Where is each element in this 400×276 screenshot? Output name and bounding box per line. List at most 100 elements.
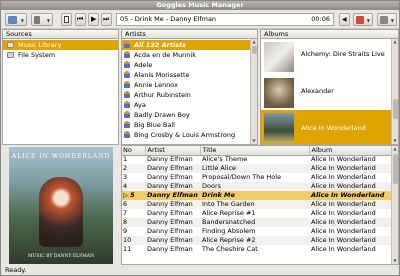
- track-album: Alice In Wonderland: [309, 164, 393, 173]
- track-number: 10: [122, 236, 145, 245]
- track-row[interactable]: 11 Danny Elfman The Cheshire Cat Alice In W…: [122, 245, 393, 254]
- previous-icon: ⏮: [77, 15, 84, 23]
- track-title: The Cheshire Cat: [202, 245, 258, 253]
- track-row[interactable]: 8 Danny Elfman Bandersnatched Alice In Wond…: [122, 218, 393, 227]
- sources-header[interactable]: Sources: [3, 30, 118, 39]
- track-row[interactable]: 3 Danny Elfman Proposal/Down The Hole Alice…: [122, 173, 393, 182]
- track-artist: Danny Elfman: [147, 245, 193, 253]
- artist-item[interactable]: Bing Crosby & Louis Armstrong: [122, 130, 250, 140]
- track-album: Alice In Wonderland: [309, 200, 393, 209]
- now-playing-title: 05 - Drink Me - Danny Elfman: [120, 15, 217, 23]
- scroll-down-icon[interactable]: ▼: [392, 258, 398, 264]
- repeat-button[interactable]: ▼: [353, 13, 373, 26]
- track-title: Finding Absolem: [202, 227, 256, 235]
- hatter-figure: [39, 177, 83, 247]
- artists-scrollbar[interactable]: ▲ ▼: [250, 39, 257, 144]
- track-row[interactable]: 1 Danny Elfman Alice's Theme Alice In Wonde…: [122, 155, 393, 164]
- scroll-down-icon[interactable]: ▼: [392, 138, 398, 144]
- column-header-title[interactable]: Title: [200, 146, 310, 156]
- track-album: Alice In Wonderland: [309, 236, 393, 245]
- album-item[interactable]: Alexander: [261, 75, 391, 110]
- sort-icon: [34, 16, 40, 24]
- track-album: Alice In Wonderland: [311, 245, 376, 253]
- artist-icon: [124, 51, 130, 58]
- album-item[interactable]: Alchemy: Dire Straits Live: [261, 39, 391, 75]
- album-cover-thumbnail: [264, 42, 294, 72]
- track-artist: Danny Elfman: [145, 200, 200, 209]
- track-row-playing[interactable]: ▷ 5 Danny Elfman Drink Me Alice In Wonderla…: [122, 191, 393, 200]
- scrollbar-thumb[interactable]: [393, 154, 398, 184]
- track-row[interactable]: 6 Danny Elfman Into The Garden Alice In Won…: [122, 200, 393, 209]
- artist-item[interactable]: Annie Lennox: [122, 80, 250, 90]
- toolbar: ▼ ▼ ⏮ ▶ ⏭ 05 - Drink Me - Danny Elfman 0…: [1, 10, 399, 29]
- track-album: Alice In Wonderland: [309, 182, 393, 191]
- track-album: Alice In Wonderland: [309, 218, 393, 227]
- cover-title: ALICE IN WONDERLAND: [11, 153, 111, 160]
- track-album: Alice In Wonderland: [309, 191, 393, 200]
- track-title: Proposal/Down The Hole: [202, 173, 282, 181]
- albums-pane: Albums Alchemy: Dire Straits Live Alexan…: [260, 29, 399, 145]
- artist-icon: [124, 91, 130, 98]
- cover-art-panel: ALICE IN WONDERLAND MUSIC BY DANNY ELFMA…: [2, 147, 119, 265]
- previous-button[interactable]: ⏮: [75, 13, 86, 26]
- artist-item[interactable]: Badly Drawn Boy: [122, 110, 250, 120]
- artist-item[interactable]: Arthur Rubinstein: [122, 90, 250, 100]
- wrench-icon: [380, 16, 388, 24]
- scroll-up-icon[interactable]: ▲: [251, 39, 257, 45]
- now-playing-display: 05 - Drink Me - Danny Elfman 00:06: [116, 13, 334, 26]
- album-item[interactable]: Alice In Wonderland: [261, 110, 391, 144]
- track-title: Alice's Theme: [202, 155, 248, 163]
- track-title: Drink Me: [200, 191, 309, 200]
- column-header-artist[interactable]: Artist: [145, 146, 201, 156]
- stop-button[interactable]: [61, 13, 72, 26]
- track-artist: Danny Elfman: [145, 182, 200, 191]
- track-number: 1: [123, 155, 128, 163]
- track-row[interactable]: 4 Danny Elfman Doors Alice In Wonderland: [122, 182, 393, 191]
- artist-item[interactable]: Big Blue Ball: [122, 120, 250, 130]
- playback-time: 00:06: [311, 15, 330, 23]
- volume-button[interactable]: ◀: [339, 13, 350, 26]
- scrollbar-thumb[interactable]: [393, 99, 398, 119]
- open-button[interactable]: ▼: [5, 13, 27, 26]
- scrollbar-thumb[interactable]: [252, 46, 257, 54]
- sort-button[interactable]: ▼: [31, 13, 53, 26]
- track-number: 3: [123, 173, 128, 181]
- artist-item[interactable]: Aya: [122, 100, 250, 110]
- artist-item[interactable]: All 132 Artists: [122, 40, 250, 50]
- column-header-album[interactable]: Album: [309, 146, 394, 156]
- track-row[interactable]: 7 Danny Elfman Alice Reprise #1 Alice In Wo…: [122, 209, 393, 218]
- track-row[interactable]: 10 Danny Elfman Alice Reprise #2 Alice In W…: [122, 236, 393, 245]
- track-number: 4: [122, 182, 145, 191]
- track-row[interactable]: 9 Danny Elfman Finding Absolem Alice In Won…: [122, 227, 393, 236]
- artist-item[interactable]: Adele: [122, 60, 250, 70]
- albums-header[interactable]: Albums: [261, 30, 398, 39]
- album-cover-thumbnail: [264, 113, 294, 143]
- tracklist-pane: No Artist Title Album 1 Danny Elfman Alice…: [121, 145, 399, 265]
- track-album: Alice In Wonderland: [311, 227, 376, 235]
- track-title: Little Alice: [200, 164, 309, 173]
- artist-item[interactable]: Alanis Morissette: [122, 70, 250, 80]
- track-title: Alice Reprise #2: [200, 236, 309, 245]
- tracklist-scrollbar[interactable]: ▲ ▼: [391, 146, 398, 264]
- source-music-library[interactable]: Music Library: [3, 40, 118, 50]
- track-number: 7: [123, 209, 128, 217]
- tracklist-table: 1 Danny Elfman Alice's Theme Alice In Wonde…: [122, 155, 393, 254]
- scroll-up-icon[interactable]: ▲: [392, 146, 398, 152]
- track-number: 9: [123, 227, 128, 235]
- scroll-down-icon[interactable]: ▼: [251, 138, 257, 144]
- artists-header[interactable]: Artists: [122, 30, 257, 39]
- track-number: 6: [122, 200, 145, 209]
- settings-button[interactable]: ▼: [377, 13, 397, 26]
- scroll-up-icon[interactable]: ▲: [392, 39, 398, 45]
- play-button[interactable]: ▶: [88, 13, 99, 26]
- column-header-no[interactable]: No: [122, 146, 146, 156]
- albums-scrollbar[interactable]: ▲ ▼: [391, 39, 398, 144]
- chevron-down-icon: ▼: [390, 18, 394, 23]
- track-number: ▷ 5: [122, 191, 145, 200]
- status-bar: Ready.: [1, 265, 399, 275]
- next-button[interactable]: ⏭: [101, 13, 112, 26]
- source-file-system[interactable]: File System: [3, 50, 118, 60]
- artist-icon: [124, 111, 130, 118]
- track-row[interactable]: 2 Danny Elfman Little Alice Alice In Wonder…: [122, 164, 393, 173]
- artist-item[interactable]: Acda en de Munnik: [122, 50, 250, 60]
